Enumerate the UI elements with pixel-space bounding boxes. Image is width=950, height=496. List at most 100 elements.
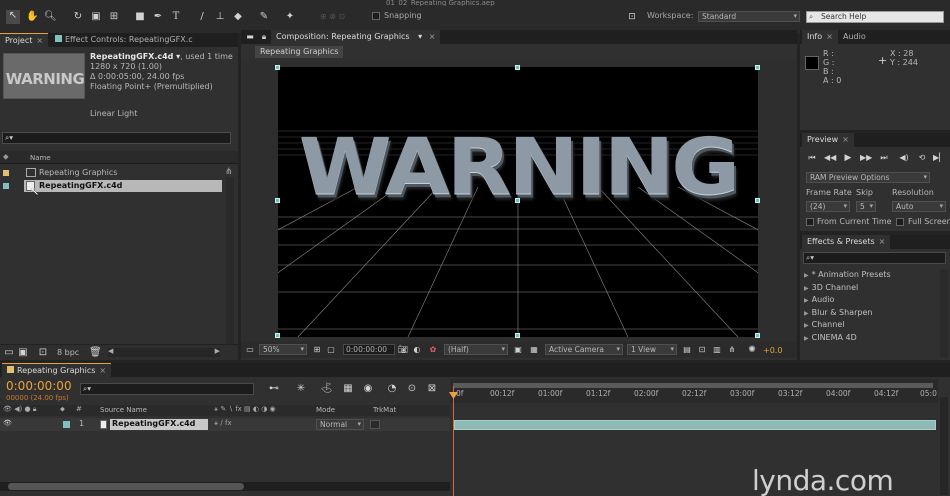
- audio-icon[interactable]: ◀): [898, 152, 910, 164]
- project-search-input[interactable]: ⌕▾: [2, 132, 231, 144]
- column-name[interactable]: Name: [30, 153, 51, 163]
- layer-row[interactable]: 👁︎ 1 RepeatingGFX.c4d ⚹ ∕ fx Normal: [0, 418, 450, 431]
- type-tool-icon[interactable]: T: [170, 11, 182, 23]
- full-screen-checkbox[interactable]: [896, 218, 904, 226]
- rotate-tool-icon[interactable]: ↻: [72, 11, 84, 23]
- transform-handle[interactable]: [275, 333, 280, 338]
- tab-effects-presets[interactable]: Effects & Presets ×: [802, 235, 891, 249]
- scroll-left-icon[interactable]: ◀: [108, 347, 113, 355]
- zoom-dropdown[interactable]: 50%: [259, 344, 307, 355]
- project-hscroll[interactable]: ◀ ▶: [108, 347, 220, 357]
- tab-timeline[interactable]: Repeating Graphics ×: [2, 363, 112, 377]
- graph-editor-icon[interactable]: ⊠: [426, 383, 438, 395]
- layer-switches[interactable]: ⚹ ∕ fx: [214, 419, 232, 428]
- interpret-footage-icon[interactable]: ▭: [3, 347, 15, 359]
- loop-icon[interactable]: ⟲: [916, 152, 928, 164]
- tab-info[interactable]: Info ×: [802, 30, 838, 44]
- show-snapshot-icon[interactable]: ◐: [411, 344, 423, 356]
- draft-3d-icon[interactable]: ⛳︎: [320, 383, 333, 395]
- region-of-interest-icon[interactable]: ▣: [512, 344, 524, 356]
- close-icon[interactable]: ×: [99, 366, 106, 375]
- effects-category-channel[interactable]: ▶ Channel: [800, 319, 948, 331]
- hand-tool-icon[interactable]: ✋: [26, 11, 38, 23]
- timeline-timecode[interactable]: 0:00:00:00: [6, 379, 72, 393]
- footage-name-label[interactable]: RepeatingGFX.c4d ▾: [90, 52, 180, 61]
- exposure-value[interactable]: +0.0: [763, 346, 782, 356]
- composition-menu-icon[interactable]: ▾: [418, 32, 422, 41]
- comp-mini-flowchart-icon[interactable]: ⊷: [266, 383, 282, 395]
- composition-subtab[interactable]: Repeating Graphics: [255, 46, 344, 58]
- skip-dropdown[interactable]: 5: [856, 201, 876, 212]
- exposure-reset-icon[interactable]: ✺: [746, 344, 758, 356]
- always-preview-icon[interactable]: ▭: [244, 344, 256, 356]
- scroll-right-icon[interactable]: ▶: [215, 347, 220, 355]
- effects-category-audio[interactable]: ▶ Audio: [800, 294, 948, 306]
- ram-preview-icon[interactable]: ▶▏: [933, 152, 945, 164]
- layer-duration-bar[interactable]: [454, 420, 936, 430]
- close-icon[interactable]: ×: [826, 32, 833, 41]
- col-trkmat[interactable]: TrkMat: [373, 405, 396, 415]
- resolution-dropdown[interactable]: (Half): [444, 344, 508, 355]
- col-mode[interactable]: Mode: [316, 405, 335, 415]
- tab-audio[interactable]: Audio: [838, 30, 871, 44]
- trkmat-box[interactable]: [370, 420, 380, 429]
- flowchart-icon[interactable]: ⋔: [225, 167, 233, 177]
- layer-mode-dropdown[interactable]: Normal: [316, 419, 364, 430]
- view-layout-dropdown[interactable]: 1 View: [627, 344, 677, 355]
- project-item-row-selected[interactable]: RepeatingGFX.c4d ↖: [0, 180, 222, 198]
- effects-category-cinema-4d[interactable]: ▶ CINEMA 4D: [800, 332, 948, 344]
- fast-preview-icon[interactable]: ⊡: [696, 344, 708, 356]
- eraser-tool-icon[interactable]: ◆: [232, 11, 244, 23]
- puppet-pin-tool-icon[interactable]: ✦: [284, 11, 296, 23]
- transform-handle[interactable]: [515, 65, 520, 70]
- effects-category-animation-presets[interactable]: ▶ * Animation Presets: [800, 269, 948, 281]
- timeline-icon[interactable]: ▥: [711, 344, 723, 356]
- workspace-dropdown[interactable]: Standard: [698, 11, 800, 22]
- resolution-dropdown[interactable]: Auto: [892, 201, 946, 212]
- last-frame-icon[interactable]: ⏭: [878, 152, 890, 164]
- effects-search-input[interactable]: ⌕▾: [803, 252, 946, 264]
- transform-handle[interactable]: [755, 65, 760, 70]
- first-frame-icon[interactable]: ⏮: [806, 152, 818, 164]
- pixel-aspect-icon[interactable]: ▤: [681, 344, 693, 356]
- transform-handle[interactable]: [515, 333, 520, 338]
- play-icon[interactable]: ▶: [842, 152, 854, 164]
- tab-composition[interactable]: Composition: Repeating Graphics ▾ ×: [271, 30, 441, 44]
- timeline-search-input[interactable]: ⌕▾: [80, 383, 254, 395]
- tab-effect-controls[interactable]: Effect Controls: RepeatingGFX.c: [50, 33, 198, 47]
- layer-label-swatch[interactable]: [63, 421, 70, 428]
- selection-tool-icon[interactable]: ↖: [6, 10, 20, 24]
- project-item-row[interactable]: Repeating Graphics: [0, 167, 222, 179]
- hscroll-thumb[interactable]: [8, 483, 244, 490]
- ram-preview-options-dropdown[interactable]: RAM Preview Options: [806, 172, 930, 183]
- camera-dropdown[interactable]: Active Camera: [545, 344, 623, 355]
- lock-icon[interactable]: 🔒︎: [258, 31, 270, 43]
- work-area-bar[interactable]: [453, 383, 933, 388]
- tab-preview[interactable]: Preview ×: [802, 133, 854, 147]
- transform-handle[interactable]: [515, 198, 520, 203]
- next-frame-icon[interactable]: ▶▶: [860, 152, 872, 164]
- current-time-field[interactable]: 0:00:00:00: [343, 344, 395, 355]
- snapping-checkbox[interactable]: [372, 12, 380, 20]
- previous-frame-icon[interactable]: ◀◀: [824, 152, 836, 164]
- transform-handle[interactable]: [755, 333, 760, 338]
- safe-zones-icon[interactable]: ⊞: [311, 344, 323, 356]
- snapshot-icon[interactable]: 📷︎: [397, 344, 409, 356]
- camera-tool-icon[interactable]: ▣: [90, 11, 102, 23]
- new-folder-icon[interactable]: ▣: [17, 347, 29, 359]
- effects-category-blur-sharpen[interactable]: ▶ Blur & Sharpen: [800, 307, 948, 319]
- close-icon[interactable]: ×: [429, 32, 436, 41]
- current-time-indicator[interactable]: [453, 386, 454, 496]
- layer-name-box[interactable]: RepeatingGFX.c4d: [110, 419, 208, 430]
- tab-project[interactable]: Project ×: [0, 33, 49, 47]
- brush-tool-icon[interactable]: /: [196, 11, 208, 23]
- pan-behind-tool-icon[interactable]: ⊞: [108, 11, 120, 23]
- project-scrollbar[interactable]: [226, 177, 234, 349]
- panel-menu-icon[interactable]: ▬: [244, 31, 256, 43]
- pen-tool-icon[interactable]: ✒: [152, 11, 164, 23]
- new-composition-icon[interactable]: ⊡: [37, 347, 49, 359]
- motion-blur-icon[interactable]: ◔: [386, 383, 398, 395]
- timeline-vscroll[interactable]: [940, 397, 948, 495]
- transform-handle[interactable]: [275, 65, 280, 70]
- hide-shy-layers-icon[interactable]: ▦: [342, 383, 354, 395]
